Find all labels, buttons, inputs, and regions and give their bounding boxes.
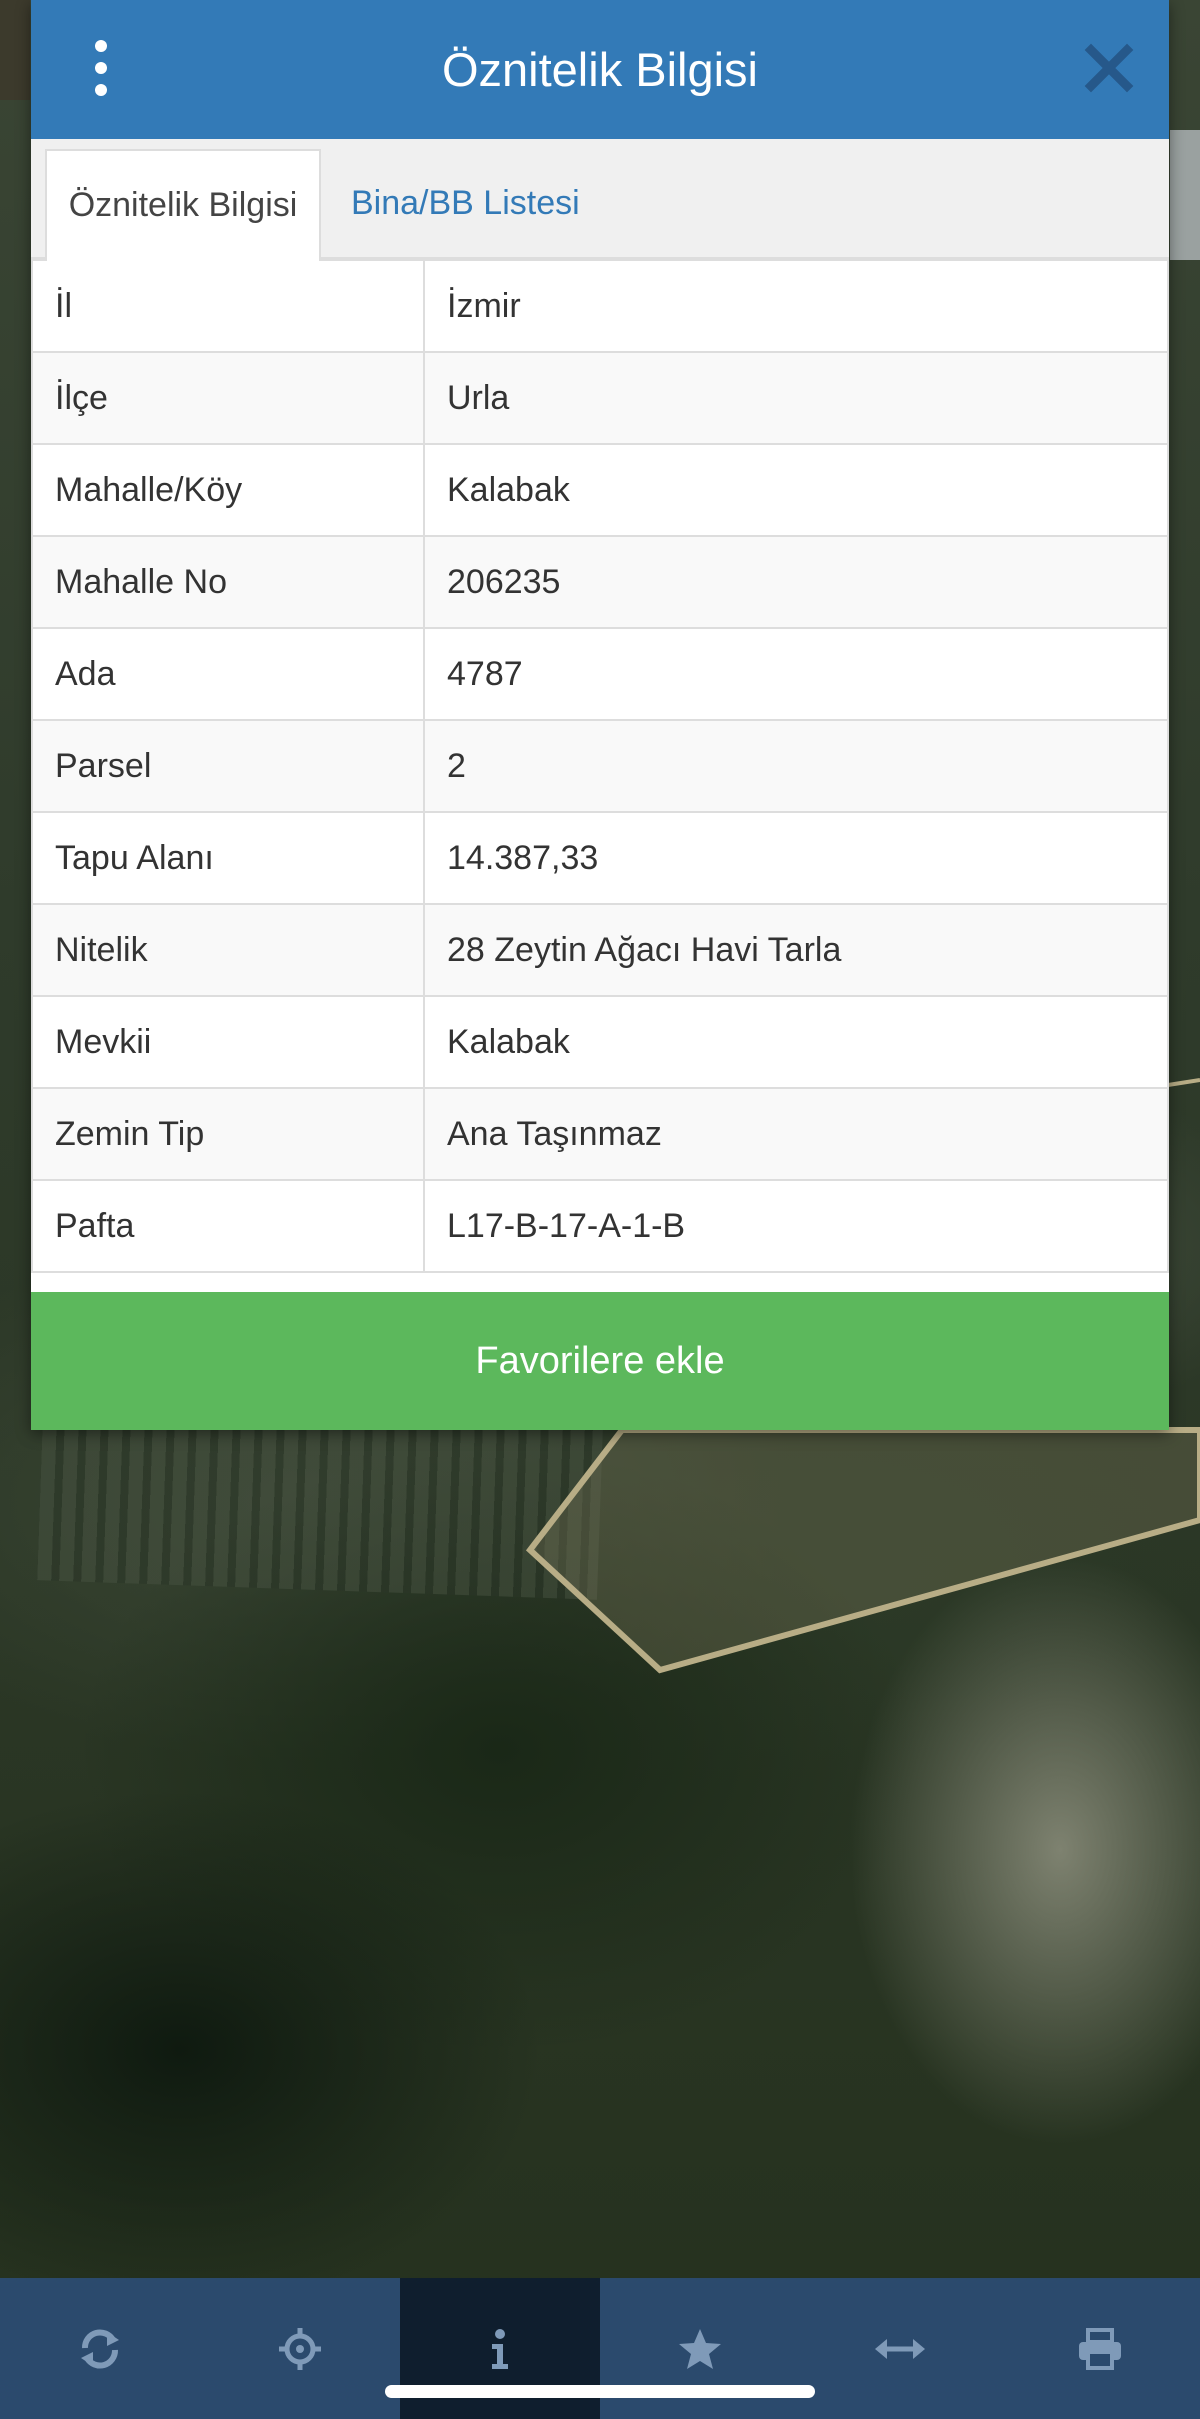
table-row: İl İzmir	[31, 259, 1169, 353]
table-row: Nitelik 28 Zeytin Ağacı Havi Tarla	[31, 903, 1169, 997]
toolbar-locate-button[interactable]	[200, 2278, 400, 2419]
attribute-value: Ana Taşınmaz	[423, 1087, 1169, 1181]
table-row: Mevkii Kalabak	[31, 995, 1169, 1089]
attribute-info-panel: Öznitelik Bilgisi Öznitelik Bilgisi Bina…	[31, 0, 1169, 1430]
attribute-value: Urla	[423, 351, 1169, 445]
attribute-value: 4787	[423, 627, 1169, 721]
attribute-key: Parsel	[31, 719, 425, 813]
close-icon[interactable]	[1081, 40, 1137, 96]
print-icon	[1079, 2327, 1121, 2370]
table-row: Ada 4787	[31, 627, 1169, 721]
attribute-key: Tapu Alanı	[31, 811, 425, 905]
table-row: Pafta L17-B-17-A-1-B	[31, 1179, 1169, 1273]
parcel-boundary	[525, 1427, 1200, 1674]
attribute-table: İl İzmir İlçe Urla Mahalle/Köy Kalabak M…	[31, 259, 1169, 1273]
attribute-value: 14.387,33	[423, 811, 1169, 905]
toolbar-refresh-button[interactable]	[0, 2278, 200, 2419]
table-row: Tapu Alanı 14.387,33	[31, 811, 1169, 905]
attribute-key: İl	[31, 259, 425, 353]
table-row: İlçe Urla	[31, 351, 1169, 445]
tab-building-list[interactable]: Bina/BB Listesi	[351, 149, 580, 259]
panel-title: Öznitelik Bilgisi	[441, 43, 759, 96]
refresh-icon	[81, 2328, 119, 2369]
parcel-boundary-edge	[1167, 1078, 1200, 1087]
attribute-key: Ada	[31, 627, 425, 721]
attribute-key: Mahalle/Köy	[31, 443, 425, 537]
attribute-value: Kalabak	[423, 443, 1169, 537]
tab-strip: Öznitelik Bilgisi Bina/BB Listesi	[31, 139, 1169, 261]
attribute-value: L17-B-17-A-1-B	[423, 1179, 1169, 1273]
attribute-value: İzmir	[423, 259, 1169, 353]
attribute-key: Mevkii	[31, 995, 425, 1089]
locate-icon	[279, 2327, 321, 2370]
star-icon	[679, 2328, 721, 2369]
info-icon	[492, 2328, 508, 2369]
measure-icon	[875, 2338, 925, 2359]
attribute-value: 206235	[423, 535, 1169, 629]
add-to-favorites-button[interactable]: Favorilere ekle	[31, 1292, 1169, 1430]
home-indicator	[385, 2385, 815, 2398]
table-row: Zemin Tip Ana Taşınmaz	[31, 1087, 1169, 1181]
attribute-key: Mahalle No	[31, 535, 425, 629]
attribute-key: İlçe	[31, 351, 425, 445]
attribute-value: Kalabak	[423, 995, 1169, 1089]
attribute-key: Nitelik	[31, 903, 425, 997]
toolbar-measure-button[interactable]	[800, 2278, 1000, 2419]
attribute-key: Pafta	[31, 1179, 425, 1273]
tab-attribute-info[interactable]: Öznitelik Bilgisi	[45, 149, 321, 261]
table-row: Mahalle No 206235	[31, 535, 1169, 629]
toolbar-print-button[interactable]	[1000, 2278, 1200, 2419]
attribute-value: 2	[423, 719, 1169, 813]
panel-header: Öznitelik Bilgisi	[31, 0, 1169, 139]
table-row: Mahalle/Köy Kalabak	[31, 443, 1169, 537]
table-row: Parsel 2	[31, 719, 1169, 813]
attribute-key: Zemin Tip	[31, 1087, 425, 1181]
attribute-value: 28 Zeytin Ağacı Havi Tarla	[423, 903, 1169, 997]
